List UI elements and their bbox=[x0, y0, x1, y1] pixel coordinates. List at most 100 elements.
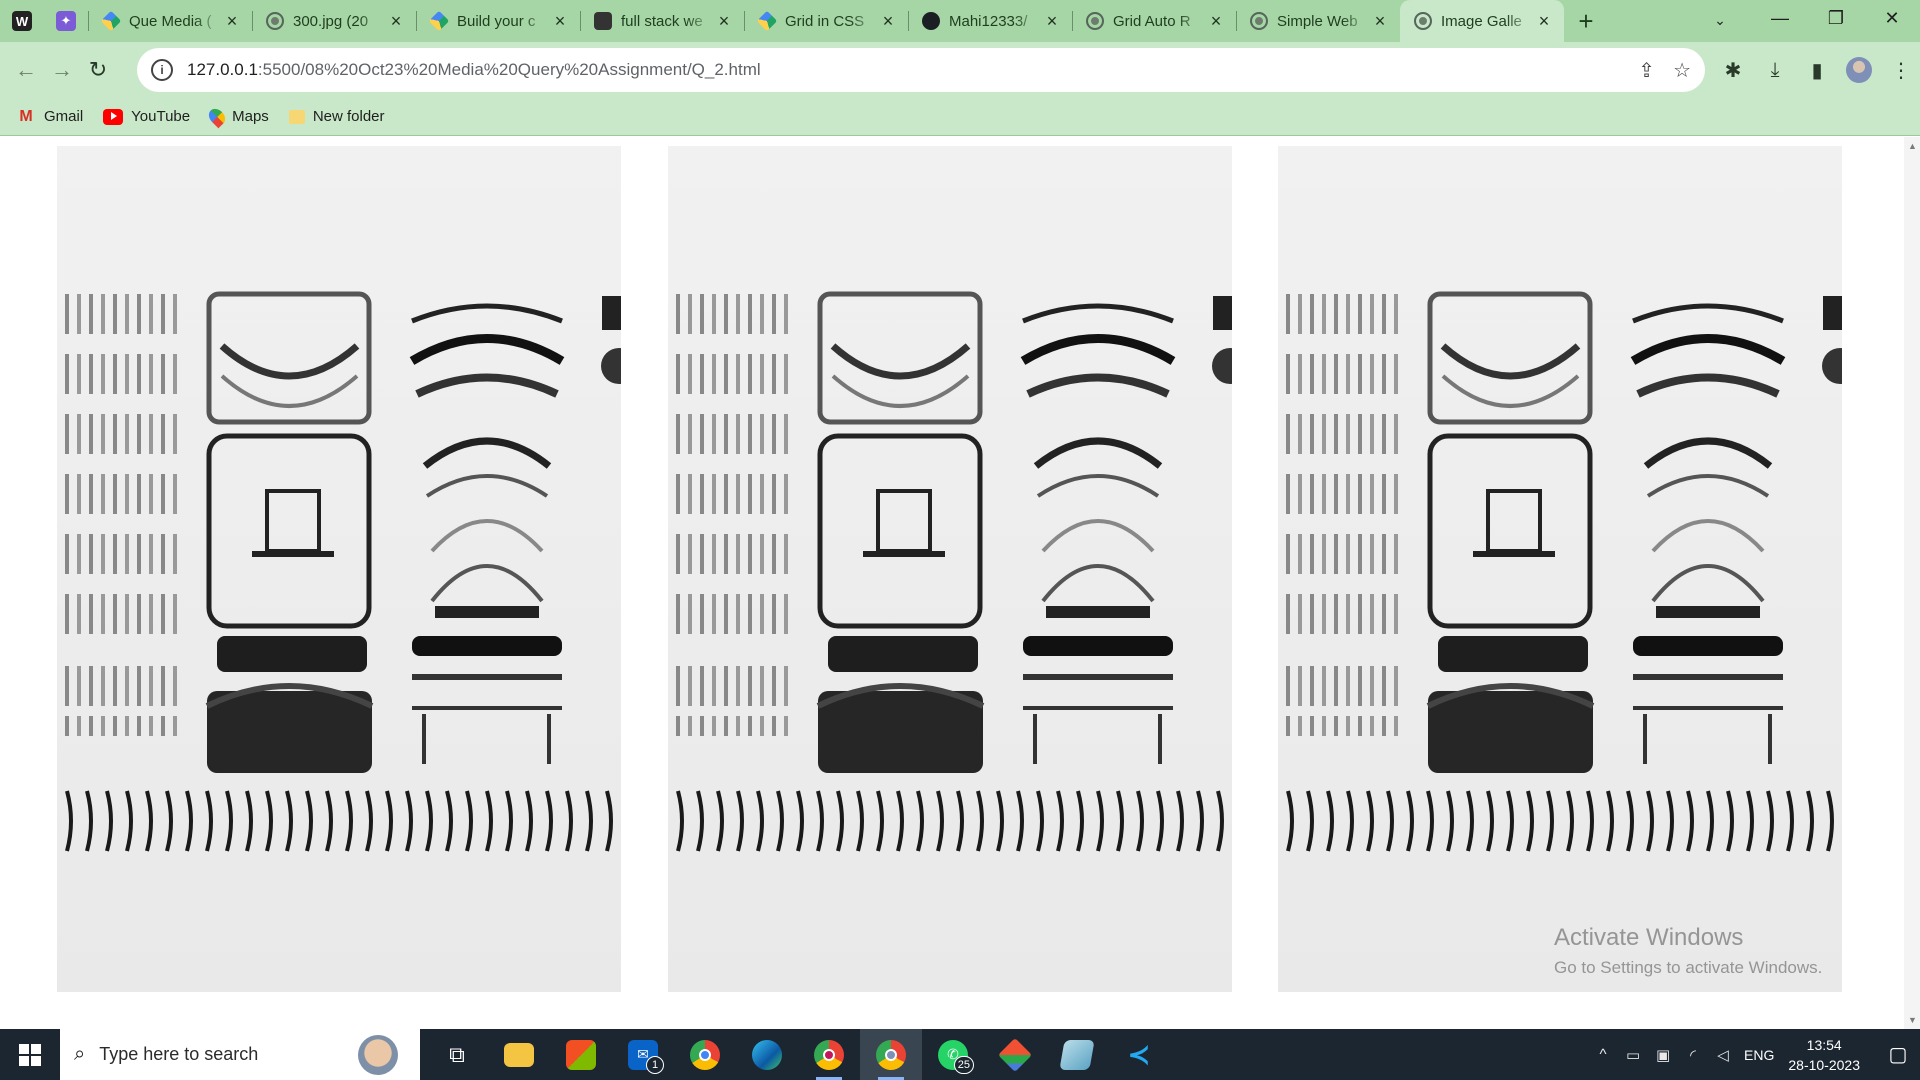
tab-title: Mahi12333/ bbox=[949, 12, 1028, 30]
minimize-button[interactable]: — bbox=[1752, 0, 1808, 36]
taskbar-file-explorer[interactable] bbox=[488, 1029, 550, 1080]
folder-icon bbox=[288, 109, 305, 124]
tab-grid-in-css[interactable]: Grid in CSS × bbox=[744, 0, 908, 42]
volume-icon[interactable]: ◁ bbox=[1708, 1046, 1738, 1064]
google-drive-icon bbox=[100, 10, 122, 32]
taskbar-chrome-profile-2[interactable] bbox=[860, 1029, 922, 1080]
page-viewport: ▲ ▼ bbox=[0, 137, 1920, 1029]
reload-button[interactable]: ↻ bbox=[80, 52, 116, 88]
tab-title: 300.jpg (20 bbox=[293, 12, 369, 30]
new-tab-button[interactable]: + bbox=[1564, 0, 1608, 42]
close-icon[interactable]: × bbox=[1042, 11, 1062, 32]
wordpress-icon bbox=[594, 12, 612, 30]
wifi-icon[interactable]: ◜ bbox=[1678, 1046, 1708, 1064]
menu-kebab-icon[interactable]: ⋮ bbox=[1883, 52, 1919, 88]
tab-simple-web[interactable]: Simple Web × bbox=[1236, 0, 1400, 42]
url-text[interactable]: 127.0.0.1:5500/08%20Oct23%20Media%20Quer… bbox=[187, 60, 761, 80]
globe-icon bbox=[1250, 12, 1268, 30]
taskbar-mail[interactable]: ✉ 1 bbox=[612, 1029, 674, 1080]
back-button[interactable]: ← bbox=[8, 52, 44, 88]
gallery-image-3[interactable] bbox=[1278, 146, 1842, 992]
vscode-icon: ≺ bbox=[1127, 1039, 1151, 1070]
address-bar[interactable]: i 127.0.0.1:5500/08%20Oct23%20Media%20Qu… bbox=[137, 48, 1705, 92]
side-panel-icon[interactable]: ▮ bbox=[1799, 52, 1835, 88]
taskbar-git[interactable] bbox=[984, 1029, 1046, 1080]
bookmarks-bar: M Gmail YouTube Maps New folder bbox=[0, 98, 1920, 136]
tab-grid-auto[interactable]: Grid Auto R × bbox=[1072, 0, 1236, 42]
tab-search-chevron-icon[interactable]: ⌄ bbox=[1704, 4, 1736, 36]
gallery-image-2[interactable] bbox=[668, 146, 1232, 992]
pinned-tab-wordpress[interactable]: W bbox=[0, 0, 44, 42]
tab-300-jpg[interactable]: 300.jpg (20 × bbox=[252, 0, 416, 42]
taskbar-whatsapp[interactable]: ✆ 25 bbox=[922, 1029, 984, 1080]
bookmark-youtube[interactable]: YouTube bbox=[103, 108, 190, 125]
taskbar-task-view[interactable]: ⧉ bbox=[426, 1029, 488, 1080]
tab-build-your[interactable]: Build your c × bbox=[416, 0, 580, 42]
close-icon[interactable]: × bbox=[1534, 11, 1554, 32]
forward-button[interactable]: → bbox=[44, 52, 80, 88]
clock-date: 28-10-2023 bbox=[1788, 1056, 1860, 1073]
close-icon[interactable]: × bbox=[222, 11, 242, 32]
meet-now-icon[interactable]: ▣ bbox=[1648, 1046, 1678, 1064]
tab-title: Que Media ( bbox=[129, 12, 212, 30]
close-icon[interactable]: × bbox=[878, 11, 898, 32]
search-highlight-icon[interactable] bbox=[358, 1035, 398, 1075]
close-window-button[interactable]: ✕ bbox=[1864, 0, 1920, 36]
store-icon bbox=[566, 1039, 596, 1070]
scroll-down-icon[interactable]: ▼ bbox=[1908, 1015, 1917, 1025]
bookmark-new-folder[interactable]: New folder bbox=[288, 108, 385, 125]
start-button[interactable] bbox=[0, 1029, 60, 1080]
bookmark-label: New folder bbox=[312, 108, 385, 125]
sparkle-icon: ✦ bbox=[56, 11, 76, 31]
taskbar-vscode[interactable]: ≺ bbox=[1108, 1029, 1170, 1080]
tab-image-gallery[interactable]: Image Galle × bbox=[1400, 0, 1564, 42]
tab-title: Image Galle bbox=[1441, 12, 1522, 30]
system-tray: ^ ▭ ▣ ◜ ◁ ENG 13:54 28-10-2023 ▢ bbox=[1588, 1029, 1920, 1080]
taskbar-chrome[interactable] bbox=[674, 1029, 736, 1080]
gallery-image-1[interactable] bbox=[57, 146, 621, 992]
site-info-icon[interactable]: i bbox=[151, 59, 173, 81]
tab-github[interactable]: Mahi12333/ × bbox=[908, 0, 1072, 42]
taskbar-edge[interactable] bbox=[736, 1029, 798, 1080]
taskbar-apps: ⧉ ✉ 1 ✆ 25 ≺ bbox=[426, 1029, 1170, 1080]
taskbar-notepad[interactable] bbox=[1046, 1029, 1108, 1080]
bookmark-maps[interactable]: Maps bbox=[205, 105, 269, 128]
bookmark-star-icon[interactable]: ☆ bbox=[1673, 58, 1691, 83]
url-path: :5500/08%20Oct23%20Media%20Query%20Assig… bbox=[257, 60, 761, 79]
pinned-tab-sparkle[interactable]: ✦ bbox=[44, 0, 88, 42]
profile-avatar[interactable] bbox=[1846, 57, 1872, 83]
close-icon[interactable]: × bbox=[386, 11, 406, 32]
tab-title: Simple Web bbox=[1277, 12, 1358, 30]
globe-icon bbox=[266, 12, 284, 30]
bookmark-label: Maps bbox=[232, 108, 269, 125]
close-icon[interactable]: × bbox=[550, 11, 570, 32]
extensions-puzzle-icon[interactable]: ✱ bbox=[1715, 52, 1751, 88]
page-scrollbar[interactable]: ▲ ▼ bbox=[1904, 137, 1920, 1029]
maps-icon bbox=[205, 105, 229, 128]
share-icon[interactable]: ⇪ bbox=[1638, 58, 1655, 83]
bookmark-label: YouTube bbox=[131, 108, 191, 125]
download-icon[interactable]: ⤓ bbox=[1757, 52, 1793, 88]
notification-icon[interactable]: ▢ bbox=[1876, 1042, 1920, 1067]
close-icon[interactable]: × bbox=[1206, 11, 1226, 32]
tab-full-stack[interactable]: full stack we × bbox=[580, 0, 744, 42]
search-placeholder: Type here to search bbox=[99, 1044, 259, 1064]
gmail-icon: M bbox=[19, 107, 33, 125]
whatsapp-badge: 25 bbox=[953, 1056, 974, 1074]
tab-que-media[interactable]: Que Media ( × bbox=[88, 0, 252, 42]
language-indicator[interactable]: ENG bbox=[1744, 1047, 1774, 1063]
clock[interactable]: 13:54 28-10-2023 bbox=[1788, 1035, 1860, 1075]
chevron-up-icon[interactable]: ^ bbox=[1588, 1046, 1618, 1063]
close-icon[interactable]: × bbox=[1370, 11, 1390, 32]
bookmark-gmail[interactable]: M Gmail bbox=[16, 107, 83, 126]
restore-button[interactable]: ❐ bbox=[1808, 0, 1864, 36]
browser-toolbar: ← → ↻ i 127.0.0.1:5500/08%20Oct23%20Medi… bbox=[0, 42, 1920, 98]
globe-icon bbox=[1414, 12, 1432, 30]
tab-strip: W ✦ Que Media ( × 300.jpg (20 × Build yo… bbox=[0, 0, 1920, 42]
scroll-up-icon[interactable]: ▲ bbox=[1908, 141, 1917, 151]
taskbar-chrome-profile-m[interactable] bbox=[798, 1029, 860, 1080]
battery-icon[interactable]: ▭ bbox=[1618, 1046, 1648, 1064]
taskbar-search[interactable]: ⌕ Type here to search bbox=[60, 1029, 420, 1080]
taskbar-microsoft-store[interactable] bbox=[550, 1029, 612, 1080]
close-icon[interactable]: × bbox=[714, 11, 734, 32]
